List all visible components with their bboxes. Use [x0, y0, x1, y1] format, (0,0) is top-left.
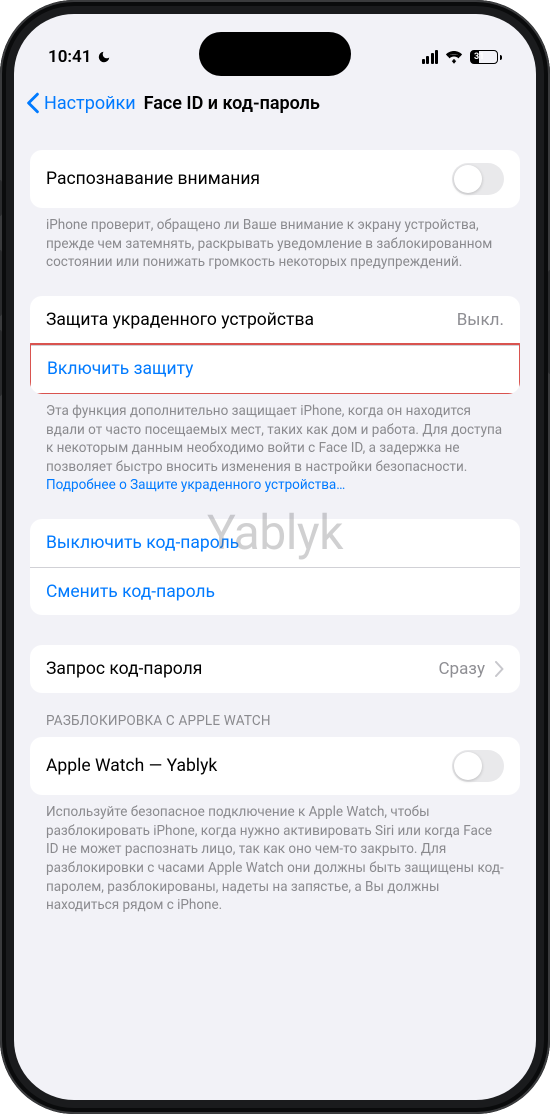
stolen-device-footer: Эта функция дополнительно защищает iPhon… [30, 394, 520, 499]
require-passcode-value: Сразу [438, 659, 485, 679]
silence-switch [0, 180, 2, 216]
learn-more-link[interactable]: Подробнее о Защите украденного устройств… [46, 477, 345, 493]
screen: 10:41 31 [14, 14, 536, 1100]
apple-watch-section-header: РАЗБЛОКИРОВКА С APPLE WATCH [30, 693, 520, 737]
chevron-left-icon [26, 92, 40, 114]
device-frame: 10:41 31 [0, 0, 550, 1114]
change-passcode-label: Сменить код-пароль [46, 582, 215, 602]
apple-watch-footer: Используйте безопасное подключение к App… [30, 795, 520, 919]
attention-label: Распознавание внимания [46, 169, 260, 189]
enable-protection-label: Включить защиту [47, 359, 193, 379]
volume-down [0, 330, 2, 396]
require-passcode-group: Запрос код-пароля Сразу [30, 645, 520, 693]
stolen-footer-text: Эта функция дополнительно защищает iPhon… [46, 403, 502, 475]
back-label: Настройки [44, 93, 136, 114]
apple-watch-toggle[interactable] [452, 750, 504, 782]
attention-detection-row[interactable]: Распознавание внимания [30, 150, 520, 208]
wifi-icon [445, 50, 463, 64]
cellular-signal-icon [422, 50, 439, 64]
disable-passcode-button[interactable]: Выключить код-пароль [30, 519, 520, 567]
volume-up [0, 250, 2, 316]
apple-watch-label: Apple Watch — Yablyk [46, 756, 217, 776]
attention-group: Распознавание внимания [30, 150, 520, 208]
disable-passcode-label: Выключить код-пароль [46, 533, 239, 553]
highlight-box: Включить защиту [30, 343, 520, 394]
require-passcode-row[interactable]: Запрос код-пароля Сразу [30, 645, 520, 693]
battery-level: 31 [474, 52, 484, 62]
apple-watch-row[interactable]: Apple Watch — Yablyk [30, 737, 520, 795]
back-button[interactable]: Настройки [26, 92, 136, 114]
apple-watch-group: Apple Watch — Yablyk [30, 737, 520, 795]
battery-indicator: 31 [470, 50, 502, 64]
chevron-right-icon [495, 661, 504, 677]
passcode-group: Выключить код-пароль Сменить код-пароль [30, 519, 520, 615]
do-not-disturb-icon [97, 50, 111, 64]
page-title: Face ID и код-пароль [144, 93, 320, 114]
change-passcode-button[interactable]: Сменить код-пароль [30, 567, 520, 615]
dynamic-island [199, 32, 351, 76]
stolen-device-row[interactable]: Защита украденного устройства Выкл. [30, 296, 520, 344]
stolen-device-group: Защита украденного устройства Выкл. Вклю… [30, 296, 520, 394]
nav-header: Настройки Face ID и код-пароль [14, 78, 536, 128]
attention-toggle[interactable] [452, 163, 504, 195]
require-passcode-label: Запрос код-пароля [46, 659, 202, 679]
stolen-device-value: Выкл. [457, 310, 504, 330]
enable-protection-button[interactable]: Включить защиту [31, 345, 519, 393]
content: Распознавание внимания iPhone проверит, … [14, 128, 536, 939]
status-time: 10:41 [48, 47, 91, 67]
attention-footer: iPhone проверит, обращено ли Ваше вниман… [30, 208, 520, 276]
stolen-device-label: Защита украденного устройства [46, 310, 314, 330]
